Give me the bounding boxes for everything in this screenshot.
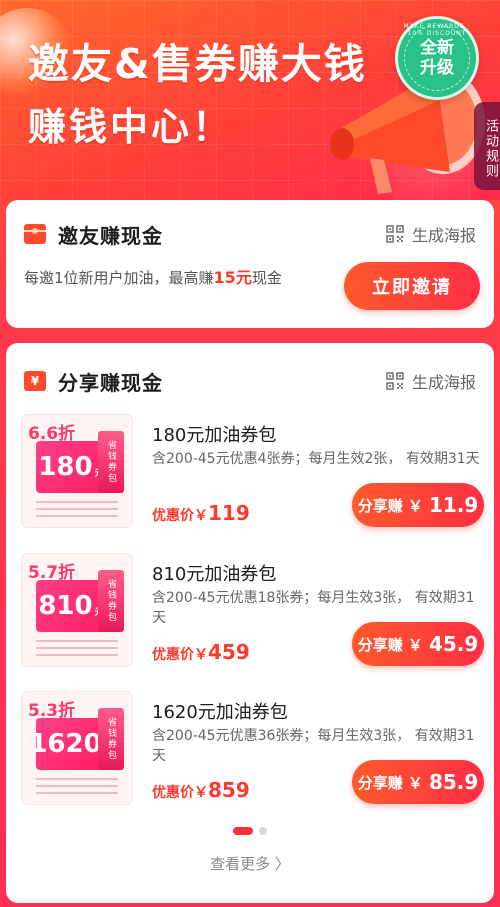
thumb-fine-print <box>36 501 118 521</box>
activity-rules-tab[interactable]: 活动规则 <box>474 102 500 190</box>
share-earn-button[interactable]: 分享赚 ￥ 45.9 <box>352 622 484 666</box>
hero-banner: 邀友&售券赚大钱 赚钱中心！ MAKE REWARDS · 10% DISCOU… <box>0 0 500 200</box>
badge-text-1: 全新 <box>420 38 454 58</box>
invite-desc-prefix: 每邀1位新用户加油，最高赚 <box>24 269 214 287</box>
product-item[interactable]: 5.3折 1620元 省钱券包 1620元加油券包 含200-45元优惠36张券… <box>18 692 488 810</box>
price-value: 459 <box>208 640 250 664</box>
product-item[interactable]: 6.6折 180元 省钱券包 180元加油券包 含200-45元优惠4张券；每月… <box>18 415 488 533</box>
share-amount: 45.9 <box>428 632 479 656</box>
ticket-icon: ¥ <box>24 371 46 391</box>
coupon-strip: 省钱券包 <box>98 431 124 493</box>
product-name: 180元加油券包 <box>152 425 277 446</box>
coupon-strip: 省钱券包 <box>98 708 124 770</box>
invite-poster-label: 生成海报 <box>411 226 476 245</box>
hero-title: 邀友&售券赚大钱 <box>28 40 367 88</box>
qr-code-icon <box>386 372 404 390</box>
price-value: 859 <box>208 778 250 802</box>
pagination-dot[interactable] <box>259 827 267 835</box>
invite-generate-poster-button[interactable]: 生成海报 <box>386 222 476 246</box>
invite-card-header: 邀友赚现金 生成海报 <box>6 219 494 249</box>
face-value: 180 <box>38 452 93 482</box>
share-prefix: 分享赚 ￥ <box>357 635 423 654</box>
share-card: ¥ 分享赚现金 生成海报 6.6折 180元 省钱券包 <box>6 343 494 903</box>
ticket-icon-symbol: ¥ <box>30 374 40 388</box>
hero-subtitle: 赚钱中心！ <box>28 105 234 149</box>
face-value-block: 180元 <box>36 441 106 493</box>
face-value-block: 1620元 <box>29 718 113 770</box>
share-prefix: 分享赚 ￥ <box>357 496 423 515</box>
product-price: 优惠价￥459 <box>152 640 250 664</box>
badge-small-text: MAKE REWARDS · 10% DISCOUNT <box>403 23 471 37</box>
invite-card-title: 邀友赚现金 <box>58 223 163 248</box>
price-prefix: 优惠价￥ <box>152 508 208 524</box>
product-thumbnail: 5.3折 1620元 省钱券包 <box>22 692 132 804</box>
product-price: 优惠价￥119 <box>152 501 250 525</box>
share-card-title: 分享赚现金 <box>58 370 163 395</box>
red-envelope-icon <box>24 224 46 244</box>
coupon-strip: 省钱券包 <box>98 570 124 632</box>
invite-now-button[interactable]: 立即邀请 <box>344 262 480 310</box>
qr-code-icon <box>386 225 404 243</box>
thumb-fine-print <box>36 640 118 660</box>
share-earn-button[interactable]: 分享赚 ￥ 85.9 <box>352 760 484 804</box>
share-prefix: 分享赚 ￥ <box>357 773 423 792</box>
share-amount: 11.9 <box>428 493 479 517</box>
share-card-header: ¥ 分享赚现金 生成海报 <box>6 366 494 396</box>
face-value-block: 810元 <box>36 580 106 632</box>
share-earn-button[interactable]: 分享赚 ￥ 11.9 <box>352 483 484 527</box>
pagination-dot-active[interactable] <box>233 827 253 835</box>
product-name: 810元加油券包 <box>152 564 277 585</box>
share-amount: 85.9 <box>428 770 479 794</box>
invite-desc-suffix: 现金 <box>251 269 282 287</box>
view-more-link[interactable]: 查看更多 〉 <box>6 853 494 874</box>
share-poster-label: 生成海报 <box>411 373 476 392</box>
face-value: 1620 <box>29 729 102 759</box>
carousel-pagination <box>6 827 494 835</box>
price-prefix: 优惠价￥ <box>152 785 208 801</box>
product-name: 1620元加油券包 <box>152 702 288 723</box>
upgrade-badge: MAKE REWARDS · 10% DISCOUNT 全新 升级 <box>395 16 479 100</box>
product-thumbnail: 6.6折 180元 省钱券包 <box>22 415 132 527</box>
product-item[interactable]: 5.7折 810元 省钱券包 810元加油券包 含200-45元优惠18张券；每… <box>18 554 488 672</box>
invite-card: 邀友赚现金 生成海报 每邀1位新用户加油，最高赚15元现金 立即邀请 <box>6 200 494 328</box>
share-generate-poster-button[interactable]: 生成海报 <box>386 369 476 393</box>
badge-text-2: 升级 <box>420 58 454 78</box>
invite-description: 每邀1位新用户加油，最高赚15元现金 <box>24 264 282 288</box>
thumb-fine-print <box>36 778 118 798</box>
product-price: 优惠价￥859 <box>152 778 250 802</box>
face-value: 810 <box>38 591 93 621</box>
product-description: 含200-45元优惠4张券；每月生效2张， 有效期31天 <box>152 451 480 467</box>
product-thumbnail: 5.7折 810元 省钱券包 <box>22 554 132 666</box>
price-prefix: 优惠价￥ <box>152 647 208 663</box>
invite-desc-highlight: 15元 <box>213 268 252 287</box>
price-value: 119 <box>208 501 250 525</box>
